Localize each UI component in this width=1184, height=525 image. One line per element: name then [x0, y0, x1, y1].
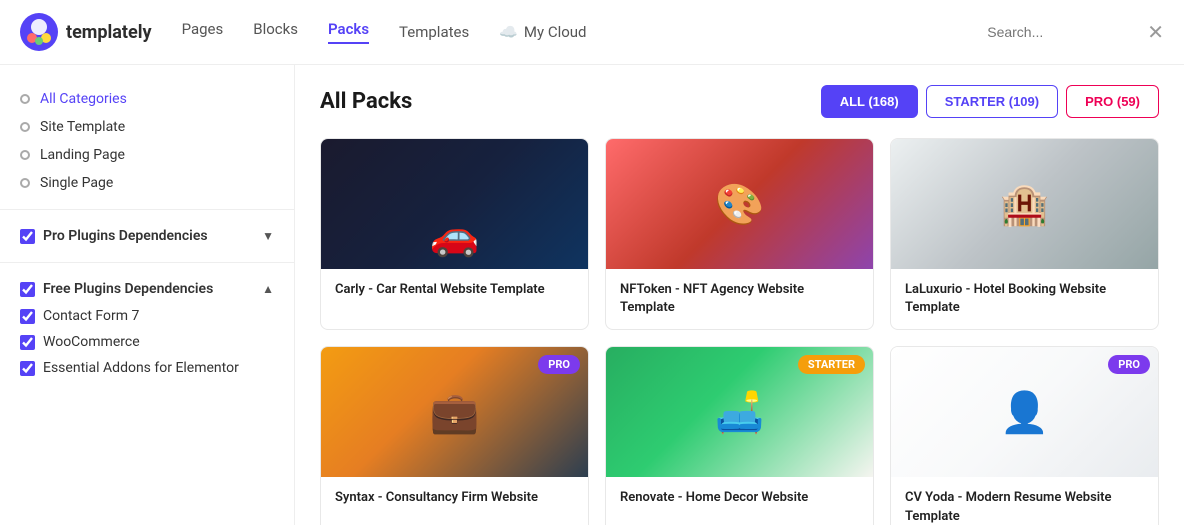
pack-card-renovate[interactable]: STARTER Renovate - Home Decor Website	[605, 346, 874, 525]
nav-mycloud[interactable]: ☁️ My Cloud	[499, 20, 586, 44]
sidebar-item-site-template[interactable]: Site Template	[20, 113, 274, 141]
pack-card-syntax[interactable]: PRO Syntax - Consultancy Firm Website	[320, 346, 589, 525]
pack-thumb-cvyoda: PRO	[891, 347, 1158, 477]
free-plugins-checkbox[interactable]	[20, 282, 35, 297]
header: templately Pages Blocks Packs Templates …	[0, 0, 1184, 65]
pack-name-syntax: Syntax - Consultancy Firm Website	[335, 489, 574, 507]
woocommerce-checkbox[interactable]	[20, 335, 35, 350]
divider	[0, 262, 294, 263]
logo[interactable]: templately	[20, 13, 152, 51]
search-input[interactable]	[987, 24, 1137, 40]
pack-info-renovate: Renovate - Home Decor Website	[606, 477, 873, 519]
page-title: All Packs	[320, 89, 412, 114]
packs-grid: Carly - Car Rental Website Template NFTo…	[320, 138, 1159, 525]
chevron-down-icon: ▼	[262, 229, 274, 243]
pack-badge-starter: STARTER	[798, 355, 865, 374]
search-area: ✕	[987, 20, 1164, 44]
pack-thumb-carly	[321, 139, 588, 269]
pack-card-laluxurio[interactable]: LaLuxurio - Hotel Booking Website Templa…	[890, 138, 1159, 330]
contact-form-checkbox[interactable]	[20, 309, 35, 324]
content-header: All Packs ALL (168) STARTER (109) PRO (5…	[320, 85, 1159, 118]
cloud-icon: ☁️	[499, 23, 518, 41]
pro-plugins-header[interactable]: Pro Plugins Dependencies ▼	[0, 222, 294, 250]
nav-blocks[interactable]: Blocks	[253, 20, 298, 44]
sidebar-item-all-categories[interactable]: All Categories	[20, 85, 274, 113]
pack-name-carly: Carly - Car Rental Website Template	[335, 281, 574, 299]
pack-name-renovate: Renovate - Home Decor Website	[620, 489, 859, 507]
pack-thumb-renovate: STARTER	[606, 347, 873, 477]
pack-info-syntax: Syntax - Consultancy Firm Website	[321, 477, 588, 519]
pack-info-cvyoda: CV Yoda - Modern Resume Website Template	[891, 477, 1158, 525]
divider	[0, 209, 294, 210]
essential-addons-checkbox[interactable]	[20, 361, 35, 376]
pack-thumb-syntax: PRO	[321, 347, 588, 477]
pack-badge-pro: PRO	[538, 355, 580, 374]
filter-pro-button[interactable]: PRO (59)	[1066, 85, 1159, 118]
sidebar-item-single-page[interactable]: Single Page	[20, 169, 274, 197]
main-layout: All Categories Site Template Landing Pag…	[0, 65, 1184, 525]
pack-card-cvyoda[interactable]: PRO CV Yoda - Modern Resume Website Temp…	[890, 346, 1159, 525]
logo-icon	[20, 13, 58, 51]
pack-name-laluxurio: LaLuxurio - Hotel Booking Website Templa…	[905, 281, 1144, 317]
category-dot	[20, 122, 30, 132]
pack-card-nftoken[interactable]: NFToken - NFT Agency Website Template	[605, 138, 874, 330]
pack-name-nftoken: NFToken - NFT Agency Website Template	[620, 281, 859, 317]
content-area: All Packs ALL (168) STARTER (109) PRO (5…	[295, 65, 1184, 525]
chevron-up-icon: ▲	[262, 282, 274, 296]
pack-thumb-laluxurio	[891, 139, 1158, 269]
main-nav: Pages Blocks Packs Templates ☁️ My Cloud	[182, 20, 988, 44]
pack-thumb-nftoken	[606, 139, 873, 269]
sidebar-contact-form[interactable]: Contact Form 7	[0, 303, 294, 329]
close-icon[interactable]: ✕	[1147, 20, 1164, 44]
sidebar-essential-addons[interactable]: Essential Addons for Elementor	[0, 355, 294, 381]
category-dot	[20, 94, 30, 104]
pack-card-carly[interactable]: Carly - Car Rental Website Template	[320, 138, 589, 330]
pack-info-nftoken: NFToken - NFT Agency Website Template	[606, 269, 873, 329]
sidebar-woocommerce[interactable]: WooCommerce	[0, 329, 294, 355]
filter-starter-button[interactable]: STARTER (109)	[926, 85, 1058, 118]
category-section: All Categories Site Template Landing Pag…	[0, 85, 294, 197]
sidebar-item-landing-page[interactable]: Landing Page	[20, 141, 274, 169]
filter-buttons: ALL (168) STARTER (109) PRO (59)	[821, 85, 1159, 118]
nav-packs[interactable]: Packs	[328, 20, 369, 44]
pack-badge-pro: PRO	[1108, 355, 1150, 374]
pack-name-cvyoda: CV Yoda - Modern Resume Website Template	[905, 489, 1144, 525]
category-dot	[20, 150, 30, 160]
pack-info-carly: Carly - Car Rental Website Template	[321, 269, 588, 311]
logo-text: templately	[66, 22, 152, 43]
filter-all-button[interactable]: ALL (168)	[821, 85, 918, 118]
nav-templates[interactable]: Templates	[399, 20, 469, 44]
pack-info-laluxurio: LaLuxurio - Hotel Booking Website Templa…	[891, 269, 1158, 329]
nav-pages[interactable]: Pages	[182, 20, 224, 44]
pro-plugins-checkbox[interactable]	[20, 229, 35, 244]
category-dot	[20, 178, 30, 188]
free-plugins-header[interactable]: Free Plugins Dependencies ▲	[0, 275, 294, 303]
sidebar: All Categories Site Template Landing Pag…	[0, 65, 295, 525]
